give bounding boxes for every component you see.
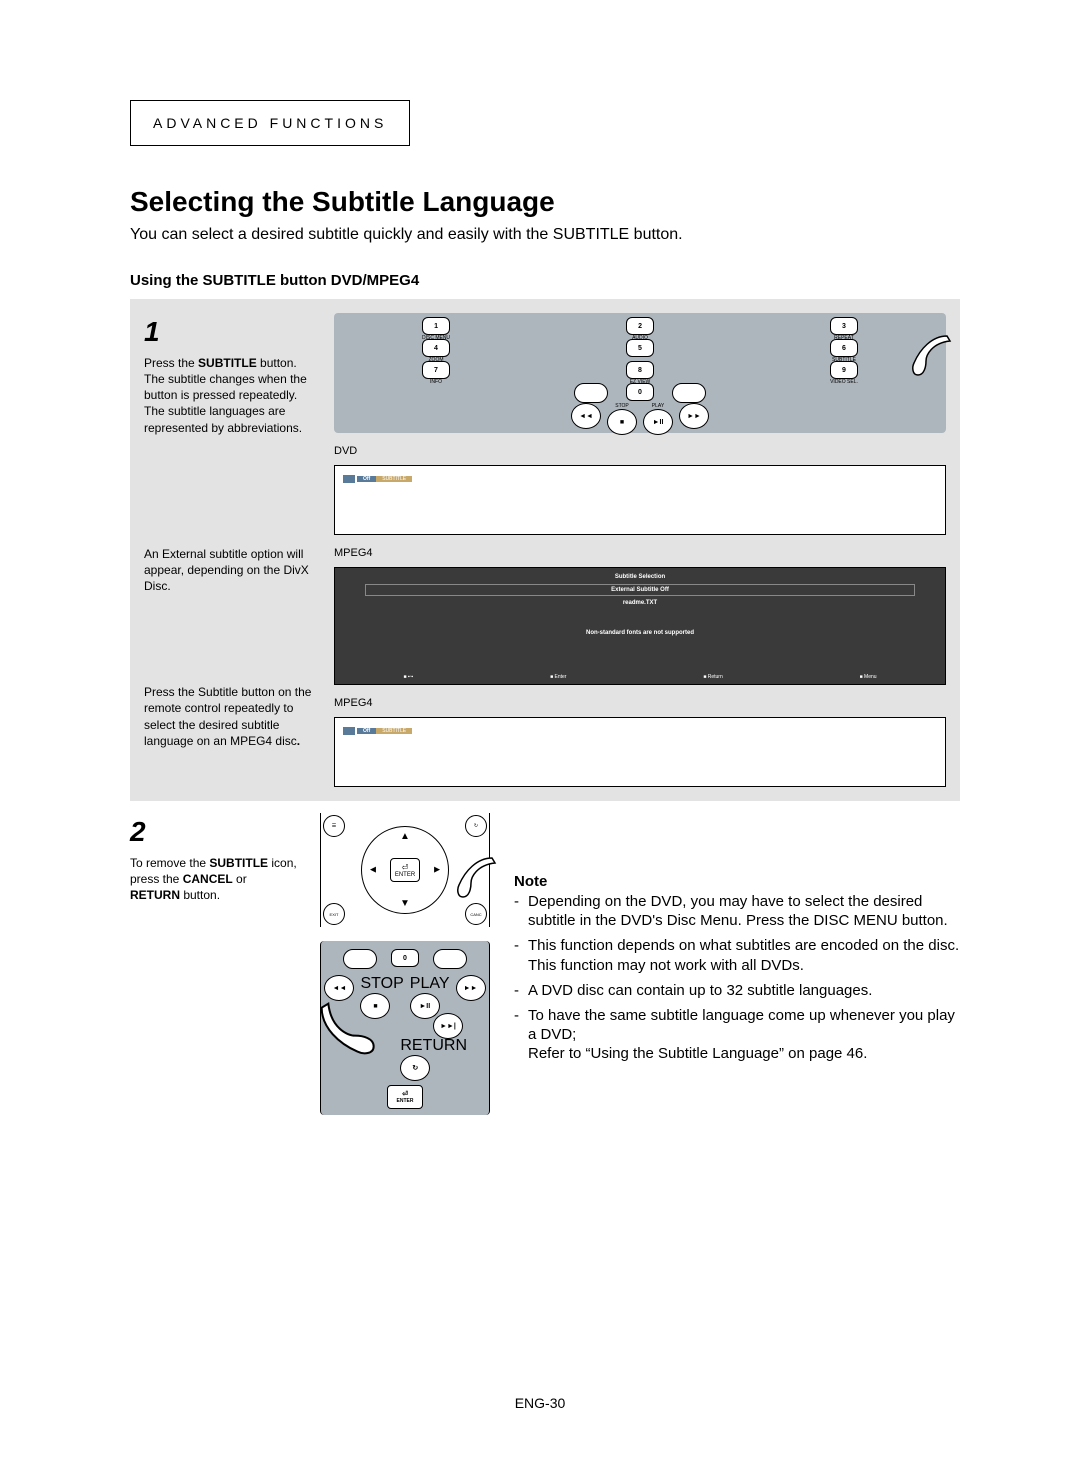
- subtitle-icon: [343, 475, 355, 483]
- step-2-row: 2 To remove the SUBTITLE icon, press the…: [130, 813, 960, 1115]
- remote-btn-tr: ↻: [465, 815, 487, 837]
- notes-list: Depending on the DVD, you may have to se…: [514, 892, 960, 1064]
- mpeg4-enter: Enter: [550, 674, 566, 680]
- remote-btn-return: ↻: [400, 1055, 430, 1081]
- remote-btn-play: ►II: [643, 409, 673, 435]
- remote-btn-6: 6: [830, 339, 858, 357]
- mpeg4-nav-icon: ▪▫▪: [403, 674, 413, 680]
- remote-btn-blank-r: [672, 383, 706, 403]
- remote-btn-0b: 0: [391, 949, 419, 967]
- page-number: ENG-30: [0, 1395, 1080, 1411]
- section-label: ADVANCED FUNCTIONS: [153, 115, 387, 131]
- note-item: Depending on the DVD, you may have to se…: [514, 892, 960, 930]
- step-1-mpeg4b-para: Press the Subtitle button on the remote …: [144, 684, 314, 749]
- remote-btn-enter2: ⏎ ENTER: [387, 1085, 423, 1109]
- dvd-off-label: Off: [357, 476, 376, 482]
- remote-btn-stop: ■: [607, 409, 637, 435]
- remote-illustration: 1DISC MENU 2AUDIO 3REPEAT 4ZOOM 5 6SUBTI…: [334, 313, 946, 433]
- step-1-text: 1 Press the SUBTITLE button. The subtitl…: [144, 313, 314, 787]
- note-item: A DVD disc can contain up to 32 subtitle…: [514, 981, 960, 1000]
- mpeg4-menu-footer: ▪▫▪ Enter Return Menu: [335, 674, 945, 680]
- note-item: This function depends on what subtitles …: [514, 936, 960, 974]
- remote-btn-blank-l2: [343, 949, 377, 969]
- subtitle-icon: [343, 727, 355, 735]
- remote-btn-0: 0: [626, 383, 654, 401]
- remote-lower-illustration: 0 ◄◄ STOP■ PLAY►II ►► ►►| RETURN ↻: [320, 941, 490, 1115]
- dvd-label: DVD: [334, 445, 946, 457]
- section-tab: ADVANCED FUNCTIONS: [130, 100, 410, 146]
- step-1-p1: Press the SUBTITLE button.: [144, 355, 314, 371]
- remote-return-label: RETURN: [400, 1037, 467, 1055]
- mpeg4b-off-label: Off: [357, 728, 376, 734]
- mpeg4-menu-opt2: readme.TXT: [365, 598, 915, 608]
- remote-btn-3: 3: [830, 317, 858, 335]
- remote-btn-8: 8: [626, 361, 654, 379]
- step-2-text: 2 To remove the SUBTITLE icon, press the…: [130, 813, 300, 1115]
- step-1-ext-para: An External subtitle option will appear,…: [144, 546, 314, 595]
- mpeg4b-label: MPEG4: [334, 697, 946, 709]
- dvd-screen: Off SUBTITLE: [334, 465, 946, 535]
- step-1-p3: The subtitle languages are represented b…: [144, 403, 314, 435]
- manual-page: ADVANCED FUNCTIONS Selecting the Subtitl…: [0, 0, 1080, 1481]
- arrow-left-icon: ◄: [368, 865, 378, 876]
- mpeg4-menu: Menu: [860, 674, 877, 680]
- remote-btn-exit: EXIT: [323, 903, 345, 925]
- thumb-icon: [315, 1001, 395, 1081]
- step-1-block: 1 Press the SUBTITLE button. The subtitl…: [130, 299, 960, 801]
- mpeg4b-subtitle-tag: SUBTITLE: [376, 728, 412, 734]
- remote-nav-illustration: ☰ ↻ EXIT CANC ◄ ► ▲ ▼ ⏎ ENTER: [320, 813, 490, 927]
- mpeg4-label: MPEG4: [334, 547, 946, 559]
- remote-btn-7: 7: [422, 361, 450, 379]
- remote-btn-next2: ►►: [456, 975, 486, 1001]
- notes-block: Note Depending on the DVD, you may have …: [510, 873, 960, 1115]
- mpeg4b-subtitle-bar: Off SUBTITLE: [343, 726, 412, 736]
- arrow-up-icon: ▲: [400, 831, 410, 842]
- sub-heading: Using the SUBTITLE button DVD/MPEG4: [130, 272, 960, 289]
- remote-btn-blank-r2: [433, 949, 467, 969]
- remote-btn-next: ►►: [679, 403, 709, 429]
- step-2-number: 2: [130, 813, 300, 851]
- note-item: To have the same subtitle language come …: [514, 1006, 960, 1064]
- remote-btn-2: 2: [626, 317, 654, 335]
- notes-heading: Note: [514, 873, 960, 890]
- remote-btn-skip-next: ►►|: [433, 1013, 463, 1039]
- intro-text: You can select a desired subtitle quickl…: [130, 226, 960, 244]
- mpeg4b-screen: Off SUBTITLE: [334, 717, 946, 787]
- step-1-number: 1: [144, 313, 314, 351]
- thumb-icon: [892, 331, 952, 391]
- remote-btn-enter: ⏎ ENTER: [390, 858, 420, 882]
- remote-btn-prev: ◄◄: [571, 403, 601, 429]
- remote-nav-ring: ◄ ► ▲ ▼ ⏎ ENTER: [361, 826, 449, 914]
- mpeg4-menu-title: Subtitle Selection: [335, 574, 945, 580]
- thumb-icon: [437, 853, 497, 913]
- mpeg4-menu-note: Non-standard fonts are not supported: [335, 630, 945, 636]
- remote-btn-blank-l: [574, 383, 608, 403]
- remote-btn-tl: ☰: [323, 815, 345, 837]
- remote-btn-1: 1: [422, 317, 450, 335]
- arrow-down-icon: ▼: [400, 898, 410, 909]
- remote-btn-4: 4: [422, 339, 450, 357]
- mpeg4-return: Return: [703, 674, 722, 680]
- mpeg4-menu-screen: Subtitle Selection External Subtitle Off…: [334, 567, 946, 685]
- dvd-subtitle-bar: Off SUBTITLE: [343, 474, 412, 484]
- remote-btn-9: 9: [830, 361, 858, 379]
- step-1-p2: The subtitle changes when the button is …: [144, 371, 314, 403]
- dvd-subtitle-tag: SUBTITLE: [376, 476, 412, 482]
- remote-btn-prev2: ◄◄: [324, 975, 354, 1001]
- mpeg4-menu-opt1: External Subtitle Off: [365, 584, 915, 596]
- step-2-p1: To remove the SUBTITLE icon, press the C…: [130, 855, 300, 904]
- page-title: Selecting the Subtitle Language: [130, 186, 960, 218]
- step-2-graphics: ☰ ↻ EXIT CANC ◄ ► ▲ ▼ ⏎ ENTER: [320, 813, 490, 1115]
- remote-btn-5: 5: [626, 339, 654, 357]
- step-1-graphics: 1DISC MENU 2AUDIO 3REPEAT 4ZOOM 5 6SUBTI…: [334, 313, 946, 787]
